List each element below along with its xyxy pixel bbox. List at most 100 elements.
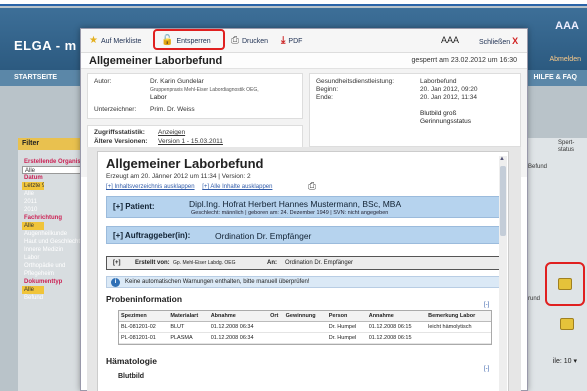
bookmark-label: Auf Merkliste [100,37,142,45]
star-icon: ★ [89,35,98,46]
dialog-toolbar: ★ Auf Merkliste 🔓 Entsperren ⎙ Drucken ⤓… [81,29,527,53]
expand-all-link[interactable]: [+] Alle Inhalte ausklappen [202,184,272,190]
table-cell: 01.12.2008 06:15 [366,321,427,333]
unlock-button[interactable]: 🔓 Entsperren [161,36,211,46]
filter-item: Erstellende Organisation [24,159,86,165]
pdf-icon: ⤓ [281,35,286,46]
info-icon: i [111,278,120,287]
table-cell [268,321,284,333]
access-label: Zugriffsstatistik: [94,129,145,136]
specimen-title: Probeninformation [106,294,183,304]
scroll-up-icon[interactable]: ▲ [499,156,505,162]
start-value: 20. Jan 2012, 09:20 [420,86,478,93]
author-org: Gruppenpraxis Mehl-Eiser Labordiagnostik… [150,87,259,93]
client-label: [+] Auftraggeber(in): [113,231,191,240]
table-cell: BLUT [168,321,209,333]
filter-item[interactable]: Haut und Geschlecht [22,238,86,246]
font-size-control[interactable]: AAA [555,20,579,32]
blood-count-title: Blutbild [118,373,145,380]
filter-item[interactable]: Orthopädie und [22,262,86,270]
nav-help[interactable]: HILFE & FAQ [533,74,577,81]
filter-item[interactable]: Letzte 90 Tage [22,182,44,190]
table-row: BL-081201-02 BLUT 01.12.2008 06:34 Dr. Hump… [119,321,491,333]
table-header: Gewinnung [283,311,327,322]
table-header: Person [326,311,367,322]
filter-list: Erstellende OrganisationAlleDatumLetzte … [22,158,86,302]
access-box: Zugriffsstatistik: Anzeigen Ältere Versi… [87,125,303,149]
table-header: Annahme [366,311,427,322]
filter-title: Filter [18,138,88,150]
bookmark-button[interactable]: ★ Auf Merkliste [89,36,141,46]
filter-item[interactable]: Labor [22,254,86,262]
nav-start[interactable]: STARTSEITE [14,74,57,81]
service-extra-1: Blutbild groß [420,110,457,117]
close-button[interactable]: Schließen X [479,36,518,46]
document-scrollbar[interactable]: ▲ [499,156,507,391]
lock-icon[interactable] [560,318,574,330]
pdf-button[interactable]: ⤓ PDF [281,36,302,46]
specimen-toggle[interactable]: [-] [484,302,489,308]
table-header: Materialart [168,311,209,322]
column-label-rund: rund [528,296,541,302]
table-header: Bemerkung Labor [426,311,491,322]
filter-item[interactable]: Alle [22,222,44,230]
unlock-label: Entsperren [176,37,211,45]
print-label: Drucken [242,37,269,45]
patient-name: Dipl.Ing. Hofrat Herbert Hannes Musterma… [189,199,402,209]
expand-toc-link[interactable]: [+] Inhaltsverzeichnis ausklappen [106,184,195,190]
table-header: Spezimen [119,311,169,322]
highlight-annotation [545,262,585,306]
table-cell [426,332,491,344]
end-value: 20. Jan 2012, 11:34 [420,94,477,101]
font-size-control[interactable]: AAA [441,35,459,45]
rows-per-page-value: 10 [563,358,572,365]
hematology-toggle[interactable]: [-] [484,366,489,372]
filter-item[interactable]: Pflegeheim [22,270,86,278]
dialog-titlebar: Allgemeiner Laborbefund gesperrt am 23.0… [81,53,527,69]
close-label: Schließen [479,39,511,46]
filter-item[interactable]: Befund [22,294,86,302]
print-button[interactable]: ⎙ Drucken [231,36,268,46]
document-dialog: ★ Auf Merkliste 🔓 Entsperren ⎙ Drucken ⤓… [80,28,528,391]
client-band[interactable]: [+] Auftraggeber(in): Ordination Dr. Emp… [106,226,500,244]
client-name: Ordination Dr. Empfänger [215,231,312,241]
table-cell: Dr. Humpel [326,321,367,333]
dialog-title: Allgemeiner Laborbefund [89,55,223,67]
signer-name: Prim. Dr. Weiss [150,106,195,113]
scroll-thumb[interactable] [500,166,506,236]
document-title: Allgemeiner Laborbefund [106,156,264,171]
access-link[interactable]: Anzeigen [158,129,185,136]
filter-item[interactable]: Innere Medizin [22,246,86,254]
rows-per-page[interactable]: ile: 10 ▾ [553,357,577,365]
table-cell: 01.12.2008 06:34 [208,321,269,333]
filter-item[interactable]: Alle [22,166,86,174]
signer-label: Unterzeichner: [94,106,137,113]
author-box: Autor: Dr. Karin Gundelar Gruppenpraxis … [87,73,303,119]
versions-link[interactable]: Version 1 - 15.03.2011 [158,138,223,145]
filter-item[interactable]: Augenheilkunde [22,230,86,238]
service-box: Gesundheitsdienstleistung: Laborbefund B… [309,73,521,147]
locked-status: gesperrt am 23.02.2012 um 16:30 [411,57,517,64]
table-row: PL-081201-01 PLASMA 01.12.2008 06:34 Dr. Hu… [119,332,491,344]
filter-item: Fachrichtung [24,215,63,221]
printer-icon[interactable]: ⎙ [308,181,316,192]
table-header: Abnahme [208,311,269,322]
specimen-table: Spezimen Materialart Abnahme Ort Gewinnung Pe… [118,310,492,345]
filter-item: Datum [24,175,43,181]
warning-text: Keine automatischen Warnungen enthalten,… [125,279,310,285]
filter-item[interactable]: 2010 [22,206,86,214]
created-toggle[interactable]: [+] [113,260,121,266]
table-cell: BL-081201-02 [119,321,169,333]
filter-item[interactable]: 2011 [22,198,86,206]
close-icon: X [512,36,519,46]
to-label: An: [267,260,277,266]
patient-band[interactable]: [+] Patient: Dipl.Ing. Hofrat Herbert Ha… [106,196,500,218]
table-cell: PLASMA [168,332,209,344]
logout-link[interactable]: Abmelden [549,56,581,63]
author-name: Dr. Karin Gundelar [150,78,204,85]
table-header: Ort [268,311,284,322]
filter-item[interactable]: Alle [22,286,44,294]
filter-item[interactable]: Alle [22,190,86,198]
document-viewer: Allgemeiner Laborbefund Erzeugt am 20. J… [97,151,509,391]
document-links: [+] Inhaltsverzeichnis ausklappen [+] Al… [106,184,278,190]
